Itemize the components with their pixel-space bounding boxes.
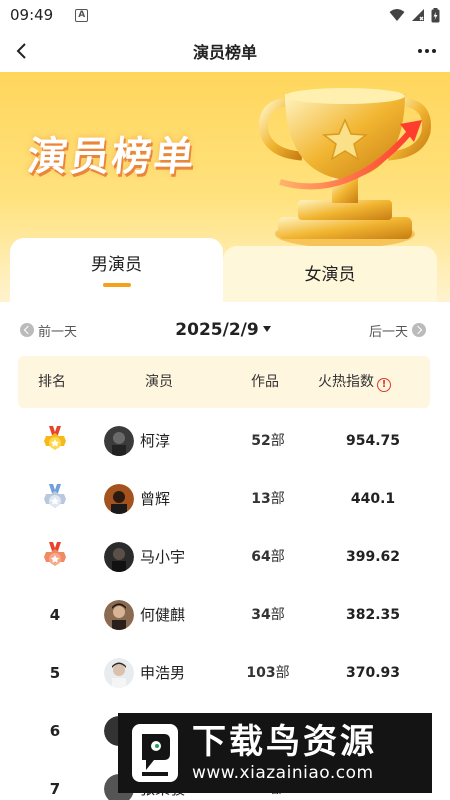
tab-label: 女演员 (304, 264, 356, 285)
watermark-url: www.xiazainiao.com (192, 763, 374, 783)
heat-index: 370.93 (345, 665, 401, 681)
rank-number: 5 (49, 664, 61, 682)
status-time: 09:49 (10, 6, 54, 24)
avatar (104, 484, 134, 514)
heat-index: 382.35 (345, 607, 401, 623)
more-dot-icon (425, 49, 429, 53)
works-unit: 部 (270, 607, 285, 623)
tab-female-actors[interactable]: 女演员 (223, 246, 437, 302)
works-number: 13 (251, 491, 271, 507)
works-count: 13部 (238, 470, 298, 528)
heat-index: 440.1 (350, 491, 396, 507)
avatar (104, 426, 134, 456)
rank-cell (40, 412, 70, 470)
more-dot-icon (432, 49, 436, 53)
header-actor: 演员 (145, 374, 173, 390)
heat-index: 399.62 (345, 549, 401, 565)
works-count: 52部 (238, 412, 298, 470)
prev-day-label: 前一天 (38, 324, 78, 340)
header-heat-label: 火热指数 (318, 374, 374, 390)
rank-number: 7 (49, 780, 61, 798)
header-works: 作品 (251, 374, 279, 390)
bronze-medal-icon (44, 542, 66, 566)
app-notification-icon: A (75, 8, 89, 22)
tab-male-actors[interactable]: 男演员 (10, 238, 223, 302)
date-picker[interactable]: 2025/2/9 (77, 320, 369, 340)
rank-cell (40, 470, 70, 528)
tab-active-indicator (102, 282, 131, 287)
actor-name: 马小宇 (140, 548, 186, 566)
silver-medal-icon (44, 484, 66, 508)
works-count: 64部 (238, 528, 298, 586)
avatar (104, 542, 134, 572)
banner-title: 演员榜单 (25, 134, 198, 180)
more-dot-icon (418, 49, 422, 53)
chevron-left-icon (16, 43, 26, 59)
current-date: 2025/2/9 (175, 320, 259, 340)
trophy-icon (259, 88, 431, 248)
status-bar: 09:49 A (0, 0, 450, 30)
works-unit: 部 (270, 491, 285, 507)
next-day-button[interactable]: 后一天 (369, 321, 426, 340)
table-row[interactable]: 曾辉 13部 440.1 (18, 470, 430, 528)
table-row[interactable]: 4 何健麒 34部 382.35 (18, 586, 430, 644)
actor-name: 申浩男 (140, 664, 186, 682)
table-header: 排名 演员 作品 火热指数! (18, 356, 430, 408)
chevron-left-circle-icon (20, 323, 34, 337)
works-unit: 部 (275, 665, 290, 681)
works-number: 103 (246, 665, 276, 681)
works-unit: 部 (270, 433, 285, 449)
table-row[interactable]: 柯淳 52部 954.75 (18, 412, 430, 470)
tab-label: 男演员 (91, 254, 142, 275)
rank-cell (40, 528, 70, 586)
avatar (104, 658, 134, 688)
nav-bar: 演员榜单 (0, 30, 450, 72)
wifi-icon (389, 9, 405, 21)
back-button[interactable] (6, 36, 36, 66)
works-unit: 部 (270, 549, 285, 565)
battery-icon (431, 7, 440, 22)
header-heat[interactable]: 火热指数! (318, 356, 391, 408)
date-navigator: 前一天 2025/2/9 后一天 (20, 316, 426, 344)
caret-down-icon (262, 326, 271, 332)
gold-medal-icon (44, 426, 66, 450)
prev-day-button[interactable]: 前一天 (20, 321, 77, 340)
heat-index: 954.75 (345, 433, 401, 449)
works-count: 34部 (238, 586, 298, 644)
info-warning-icon[interactable]: ! (377, 378, 391, 392)
table-row[interactable]: 5 申浩男 103部 370.93 (18, 644, 430, 702)
works-number: 52 (251, 433, 271, 449)
actor-name: 曾辉 (140, 490, 171, 508)
works-number: 64 (251, 549, 271, 565)
header-rank: 排名 (38, 374, 66, 390)
bird-logo-icon (132, 724, 178, 782)
table-row[interactable]: 马小宇 64部 399.62 (18, 528, 430, 586)
next-day-label: 后一天 (368, 324, 408, 340)
rank-number: 4 (49, 606, 61, 624)
watermark-title: 下载鸟资源 (192, 722, 377, 762)
avatar (104, 600, 134, 630)
actor-name: 何健麒 (140, 606, 186, 624)
works-number: 34 (251, 607, 271, 623)
page-title: 演员榜单 (192, 43, 257, 62)
watermark-texts: 下载鸟资源 www.xiazainiao.com (192, 722, 377, 784)
signal-icon (412, 9, 424, 21)
status-icons (389, 7, 440, 23)
works-count: 103部 (238, 644, 298, 702)
more-button[interactable] (412, 36, 442, 66)
actor-name: 柯淳 (140, 432, 171, 450)
chevron-right-circle-icon (412, 323, 426, 337)
watermark-banner: 下载鸟资源 www.xiazainiao.com (118, 713, 432, 793)
rank-number: 6 (49, 722, 61, 740)
